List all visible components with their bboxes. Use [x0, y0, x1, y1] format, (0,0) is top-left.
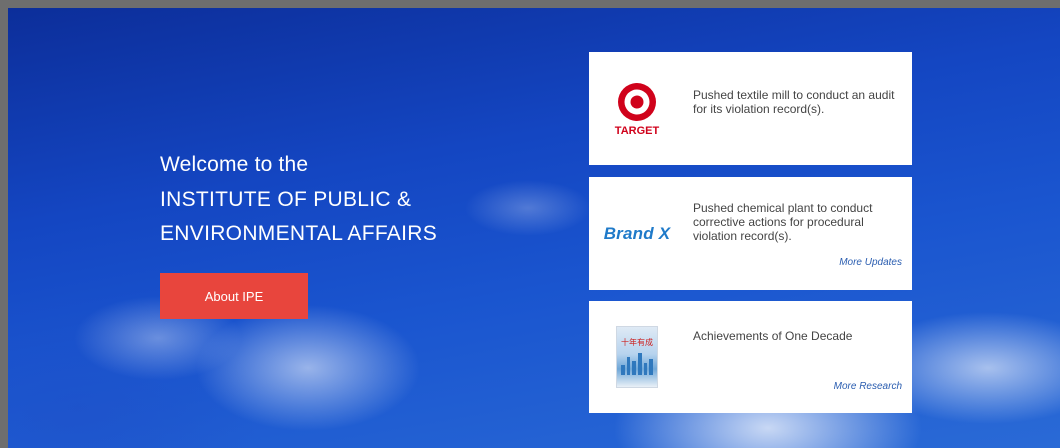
city-skyline-graphic — [621, 353, 654, 375]
welcome-heading: Welcome to the — [160, 153, 309, 176]
target-logo: TARGET — [589, 52, 685, 165]
brandx-logo: Brand X — [589, 177, 685, 290]
card-description: Pushed textile mill to conduct an audit … — [693, 88, 895, 116]
hero-text: Welcome to the INSTITUTE OF PUBLIC & ENV… — [160, 153, 437, 251]
report-book-cover: 十年有成 — [616, 326, 658, 388]
target-wordmark: TARGET — [614, 124, 660, 137]
update-card-target[interactable]: TARGET Pushed textile mill to conduct an… — [589, 52, 912, 165]
organization-name-line1: INSTITUTE OF PUBLIC & — [160, 188, 412, 211]
card-description: Achievements of One Decade — [693, 329, 853, 343]
brandx-wordmark: Brand X — [603, 223, 671, 243]
card-description: Pushed chemical plant to conduct correct… — [693, 201, 873, 243]
about-ipe-button[interactable]: About IPE — [160, 273, 308, 319]
organization-name-line2: ENVIRONMENTAL AFFAIRS — [160, 222, 438, 245]
book-title-mark: 十年有成 — [621, 338, 653, 347]
more-research-link[interactable]: More Research — [834, 381, 902, 392]
update-card-brandx[interactable]: Brand X Pushed chemical plant to conduct… — [589, 177, 912, 290]
target-bullseye-icon — [618, 82, 656, 121]
hero-banner: Welcome to the INSTITUTE OF PUBLIC & ENV… — [8, 8, 1060, 448]
organization-name: INSTITUTE OF PUBLIC & ENVIRONMENTAL AFFA… — [160, 183, 437, 251]
report-cover-image: 十年有成 — [589, 301, 685, 413]
research-card[interactable]: 十年有成 Achievements of One Decade More Res… — [589, 301, 912, 413]
more-updates-link[interactable]: More Updates — [839, 257, 902, 268]
